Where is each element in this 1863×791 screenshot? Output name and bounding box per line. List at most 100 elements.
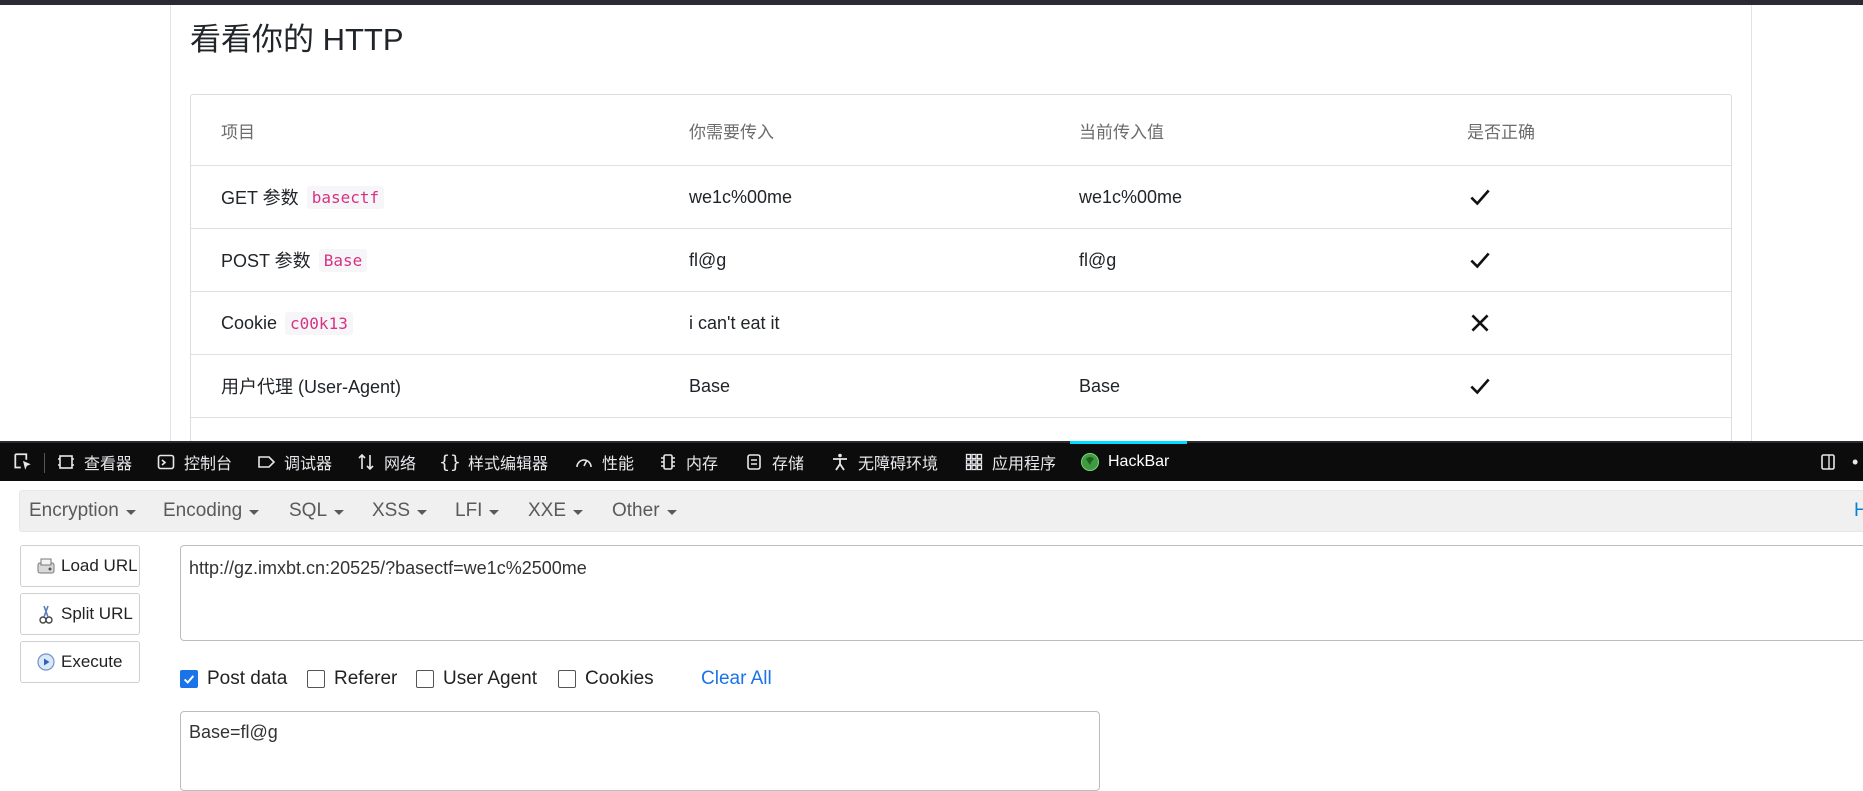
tab-label: 调试器 <box>284 456 333 473</box>
caret-down-icon <box>417 509 428 515</box>
split-url-label: Split URL <box>61 604 133 623</box>
clear-all-link[interactable]: Clear All <box>701 659 772 699</box>
check-icon <box>1470 378 1490 395</box>
row-item-label: GET 参数 <box>221 188 299 208</box>
hackbar-icon <box>1081 453 1099 471</box>
table-row: Cookie c00k13 i can't eat it <box>191 292 1731 355</box>
table-row: GET 参数 basectf we1c%00me we1c%00me <box>191 166 1731 229</box>
dock-toggle-button[interactable] <box>1818 443 1846 481</box>
tab-debugger[interactable]: 调试器 <box>256 443 332 481</box>
referer-checkbox[interactable]: Referer <box>307 659 397 699</box>
style-editor-icon: {} <box>439 451 461 473</box>
menu-right-link[interactable]: H <box>1854 491 1863 531</box>
menu-label: LFI <box>455 500 483 521</box>
more-dots-icon: • <box>1852 451 1859 472</box>
row-item-label: Cookie <box>221 312 278 333</box>
tab-console[interactable]: 控制台 <box>156 443 232 481</box>
storage-icon <box>747 454 761 470</box>
param-code: c00k13 <box>285 311 353 335</box>
toolbar-separator <box>44 453 45 473</box>
caret-down-icon <box>489 509 500 515</box>
memory-icon <box>661 454 675 470</box>
element-picker-button[interactable] <box>12 443 42 481</box>
more-options-button[interactable]: • <box>1852 443 1858 481</box>
menu-label: XXE <box>528 500 567 521</box>
load-url-label: Load URL <box>61 556 138 575</box>
page-title: 看看你的 HTTP <box>190 22 404 57</box>
devtools-toolbar: 查看器 控制台 调试器 网络 {} 样式编辑器 性能 内存 存储 无障碍环境 应… <box>0 441 1863 481</box>
option-label: Post data <box>207 668 288 689</box>
caret-down-icon <box>573 509 584 515</box>
menu-encryption[interactable]: Encryption <box>29 491 136 531</box>
menu-xxe[interactable]: XXE <box>528 491 584 531</box>
accessibility-icon <box>833 453 847 471</box>
page-viewport: 看看你的 HTTP 项目 你需要传入 当前传入值 是否正确 GET 参数 bas… <box>0 5 1863 441</box>
row-item-label: 用户代理 (User-Agent) <box>221 377 402 397</box>
row-current: Base <box>1079 375 1121 396</box>
execute-label: Execute <box>61 652 123 671</box>
row-correct <box>1467 229 1493 291</box>
execute-button[interactable]: Execute <box>20 641 140 683</box>
row-correct <box>1467 355 1493 417</box>
hackbar-panel: Encryption Encoding SQL XSS LFI XXE Othe… <box>0 481 1863 791</box>
user-agent-checkbox[interactable]: User Agent <box>416 659 537 699</box>
tab-label: HackBar <box>1108 453 1170 470</box>
tab-hackbar[interactable]: HackBar <box>1080 443 1169 481</box>
checkbox-checked-icon <box>180 670 198 688</box>
tab-label: 性能 <box>602 456 635 473</box>
cross-icon <box>1471 314 1489 332</box>
check-icon <box>1470 252 1490 269</box>
load-url-icon <box>37 558 55 574</box>
menu-other[interactable]: Other <box>612 491 677 531</box>
tab-memory[interactable]: 内存 <box>658 443 718 481</box>
tab-storage[interactable]: 存储 <box>744 443 804 481</box>
caret-down-icon <box>666 509 677 515</box>
tab-network[interactable]: 网络 <box>356 443 416 481</box>
row-current: we1c%00me <box>1079 186 1183 207</box>
tab-accessibility[interactable]: 无障碍环境 <box>830 443 938 481</box>
tab-inspector[interactable]: 查看器 <box>56 443 132 481</box>
play-icon <box>37 653 55 671</box>
col-header-item: 项目 <box>221 122 255 142</box>
caret-down-icon <box>125 509 136 515</box>
checkbox-unchecked-icon <box>307 670 325 688</box>
cookies-checkbox[interactable]: Cookies <box>558 659 654 699</box>
menu-label: Encryption <box>29 500 119 521</box>
tab-performance[interactable]: 性能 <box>574 443 634 481</box>
col-header-correct: 是否正确 <box>1467 122 1535 142</box>
tab-label: 控制台 <box>184 456 233 473</box>
menu-xss[interactable]: XSS <box>372 491 428 531</box>
post-data-checkbox[interactable]: Post data <box>180 659 287 699</box>
checkbox-unchecked-icon <box>416 670 434 688</box>
check-icon <box>1470 189 1490 206</box>
tab-label: 网络 <box>384 456 417 473</box>
load-url-button[interactable]: Load URL <box>20 545 140 587</box>
menu-encoding[interactable]: Encoding <box>163 491 260 531</box>
menu-label: Other <box>612 500 660 521</box>
tab-label: 无障碍环境 <box>858 456 939 473</box>
url-textarea[interactable]: http://gz.imxbt.cn:20525/?basectf=we1c%2… <box>180 545 1863 641</box>
menu-label: SQL <box>289 500 328 521</box>
row-item: 用户代理 (User-Agent) <box>221 355 401 417</box>
menu-lfi[interactable]: LFI <box>455 491 500 531</box>
tab-label: 存储 <box>772 456 805 473</box>
row-required: we1c%00me <box>689 186 793 207</box>
split-url-button[interactable]: Split URL <box>20 593 140 635</box>
param-code: Base <box>318 248 368 272</box>
row-required: i can't eat it <box>689 312 780 333</box>
menu-label: Encoding <box>163 500 243 521</box>
row-item: Cookie c00k13 <box>221 292 353 354</box>
tab-style-editor[interactable]: {} 样式编辑器 <box>439 443 548 481</box>
tab-label: 应用程序 <box>992 456 1057 473</box>
row-current: fl@g <box>1079 249 1117 270</box>
table-header-row: 项目 你需要传入 当前传入值 是否正确 <box>191 95 1731 166</box>
debugger-icon <box>258 456 276 468</box>
menu-sql[interactable]: SQL <box>289 491 345 531</box>
tab-label: 内存 <box>686 456 719 473</box>
tab-application[interactable]: 应用程序 <box>964 443 1056 481</box>
row-required: fl@g <box>689 249 727 270</box>
performance-icon <box>576 459 592 468</box>
post-data-textarea[interactable]: Base=fl@g <box>180 711 1100 791</box>
row-item: GET 参数 basectf <box>221 166 385 228</box>
row-correct <box>1467 166 1493 228</box>
